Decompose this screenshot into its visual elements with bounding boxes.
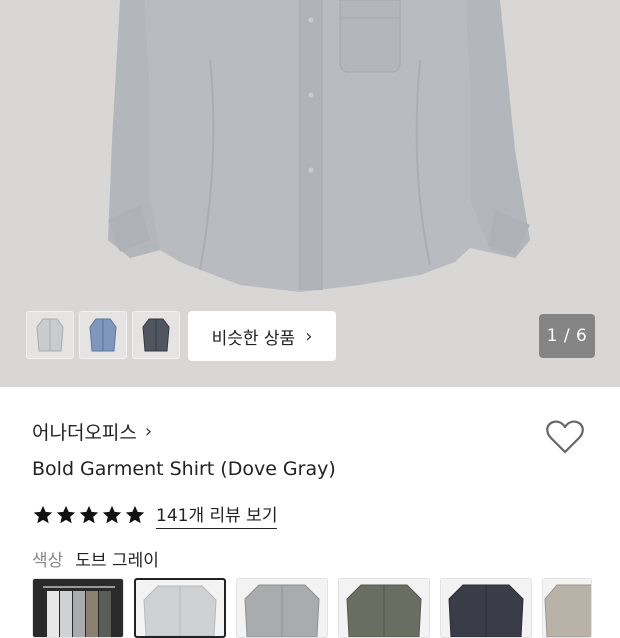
thumbnail-strip <box>26 311 180 359</box>
star-icon <box>56 505 76 524</box>
chevron-right-icon: › <box>305 325 313 347</box>
swatch-all-colors[interactable] <box>32 578 124 638</box>
similar-products-button[interactable]: 비슷한 상품 › <box>188 311 336 361</box>
star-icon <box>125 505 145 524</box>
brand-name: 어나더오피스 <box>32 422 137 444</box>
star-icon <box>33 505 53 524</box>
reviews-link[interactable]: 141개 리뷰 보기 <box>156 501 278 529</box>
thumb-gray-shirt[interactable] <box>26 311 74 359</box>
similar-products-label: 비슷한 상품 <box>211 328 296 349</box>
heart-icon[interactable] <box>545 418 585 456</box>
color-value: 도브 그레이 <box>75 551 159 571</box>
swatch-dove-gray[interactable] <box>134 578 226 638</box>
thumb-navy-shirt[interactable] <box>132 311 180 359</box>
color-swatch-list <box>32 578 592 638</box>
color-row: 색상 도브 그레이 <box>32 546 159 571</box>
brand-link[interactable]: 어나더오피스 › <box>32 418 152 445</box>
swatch-navy[interactable] <box>440 578 532 638</box>
product-image-gallery[interactable]: 비슷한 상품 › 1 / 6 <box>0 0 620 387</box>
thumb-blue-shirt[interactable] <box>79 311 127 359</box>
star-icon <box>79 505 99 524</box>
swatch-beige[interactable] <box>542 578 592 638</box>
swatch-olive[interactable] <box>338 578 430 638</box>
product-title: Bold Garment Shirt (Dove Gray) <box>32 458 336 480</box>
swatch-gray[interactable] <box>236 578 328 638</box>
chevron-right-icon: › <box>144 421 153 442</box>
rating-stars <box>32 504 146 526</box>
rating-row: 141개 리뷰 보기 <box>32 501 278 529</box>
image-page-indicator: 1 / 6 <box>539 314 595 358</box>
star-icon <box>102 505 122 524</box>
color-label: 색상 <box>32 551 64 571</box>
